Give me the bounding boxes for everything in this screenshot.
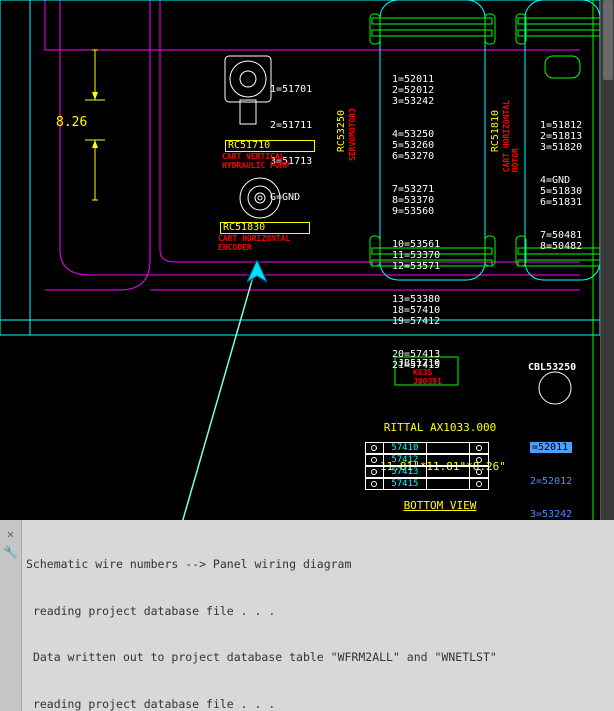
scrollbar-thumb[interactable]: [603, 0, 613, 80]
dimension-value: 8.26: [56, 115, 87, 130]
command-line: Schematic wire numbers --> Panel wiring …: [26, 557, 610, 573]
ref-rc51810: RC51810: [490, 110, 501, 152]
wire-list-mid: 1=520112=520123=53242 4=532505=532606=53…: [392, 52, 440, 393]
label-rc51830: CART HORIZONTAL ENCODER: [218, 234, 290, 252]
ref-rc53250: RC53250: [336, 110, 347, 152]
label-rc51710: CART VERTICAL HYDRAULIC PUMP: [222, 152, 289, 170]
command-gutter: ✕ 🔧: [0, 520, 22, 711]
annotation-cursor-icon: [247, 260, 267, 287]
label-rc53250: SERVOMOTOR3: [348, 108, 357, 161]
label-rc51810: CART HORIZONTAL MOTOR: [502, 100, 520, 172]
command-line: Data written out to project database tab…: [26, 650, 610, 666]
close-icon[interactable]: ✕: [3, 526, 19, 542]
command-line: reading project database file . . .: [26, 604, 610, 620]
cad-viewport[interactable]: 8.26 1=51701 2=51711 3=51713 G=GND RC517…: [0, 0, 614, 520]
command-line: reading project database file . . .: [26, 697, 610, 711]
viewport-scrollbar-vertical[interactable]: [600, 0, 614, 520]
side-wire-stack: =52011 2=52012 3=53242 4=53250 5=53260 6…: [530, 420, 572, 520]
command-panel: ✕ 🔧 Schematic wire numbers --> Panel wir…: [0, 520, 614, 711]
annotation-pointer-line: [180, 270, 280, 520]
command-history[interactable]: Schematic wire numbers --> Panel wiring …: [22, 520, 614, 711]
ref-rc51710: RC51710: [228, 140, 270, 151]
wire-list-right: 1=518122=518133=51820 4=GND5=518306=5183…: [540, 98, 582, 274]
label-jb51710: KG3S J00391: [413, 368, 442, 386]
ref-rc51830: RC51830: [223, 222, 265, 233]
ref-cbl53250: CBL53250: [528, 362, 576, 373]
wrench-icon[interactable]: 🔧: [3, 544, 19, 560]
